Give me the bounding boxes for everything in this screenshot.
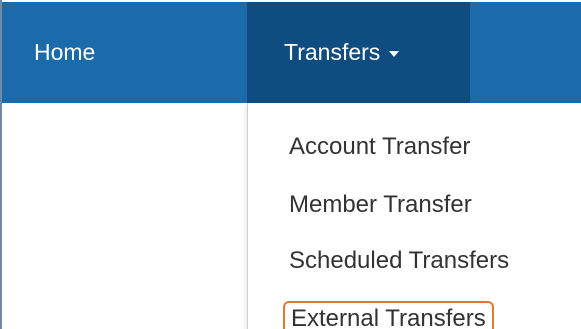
nav-transfers-label: Transfers xyxy=(284,39,381,65)
transfers-dropdown-menu: Account Transfer Member Transfer Schedul… xyxy=(247,103,581,329)
nav-home[interactable]: Home xyxy=(2,2,247,103)
nav-transfers-dropdown-toggle[interactable]: Transfers xyxy=(247,2,470,103)
browser-viewport: Home Transfers Account Transfer Member T… xyxy=(0,0,581,329)
caret-down-icon xyxy=(389,51,400,57)
menu-item-scheduled-transfers[interactable]: Scheduled Transfers xyxy=(289,247,509,275)
menu-item-external-transfers[interactable]: External Transfers xyxy=(283,301,494,329)
menu-item-account-transfer[interactable]: Account Transfer xyxy=(289,133,470,161)
menu-item-member-transfer[interactable]: Member Transfer xyxy=(289,191,472,219)
nav-home-label: Home xyxy=(34,39,96,65)
top-navbar: Home Transfers xyxy=(2,2,581,103)
